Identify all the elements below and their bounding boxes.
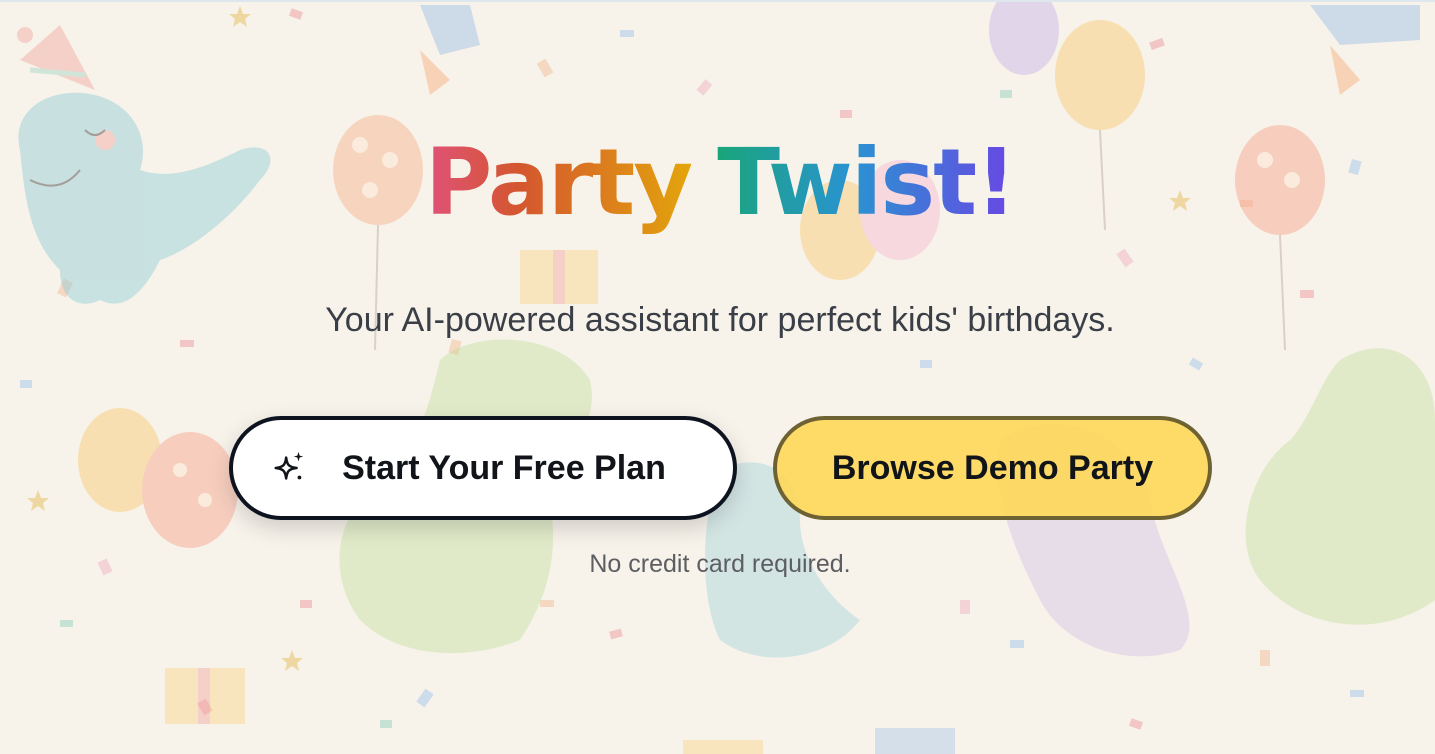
title-word-party: Party bbox=[425, 118, 693, 248]
start-free-plan-label: Start Your Free Plan bbox=[342, 448, 666, 487]
no-credit-card-note: No credit card required. bbox=[589, 550, 851, 578]
hero-title: Party Twist! bbox=[0, 118, 1435, 248]
browse-demo-party-button[interactable]: Browse Demo Party bbox=[773, 416, 1212, 520]
browse-demo-party-label: Browse Demo Party bbox=[831, 448, 1154, 487]
hero-subtitle: Your AI-powered assistant for perfect ki… bbox=[325, 301, 1115, 339]
start-free-plan-button[interactable]: Start Your Free Plan bbox=[229, 416, 737, 520]
title-word-twist: Twist! bbox=[717, 118, 1017, 248]
hero-section: Party Twist! Your AI-powered assistant fo… bbox=[0, 0, 1435, 754]
sparkles-icon bbox=[274, 451, 304, 480]
